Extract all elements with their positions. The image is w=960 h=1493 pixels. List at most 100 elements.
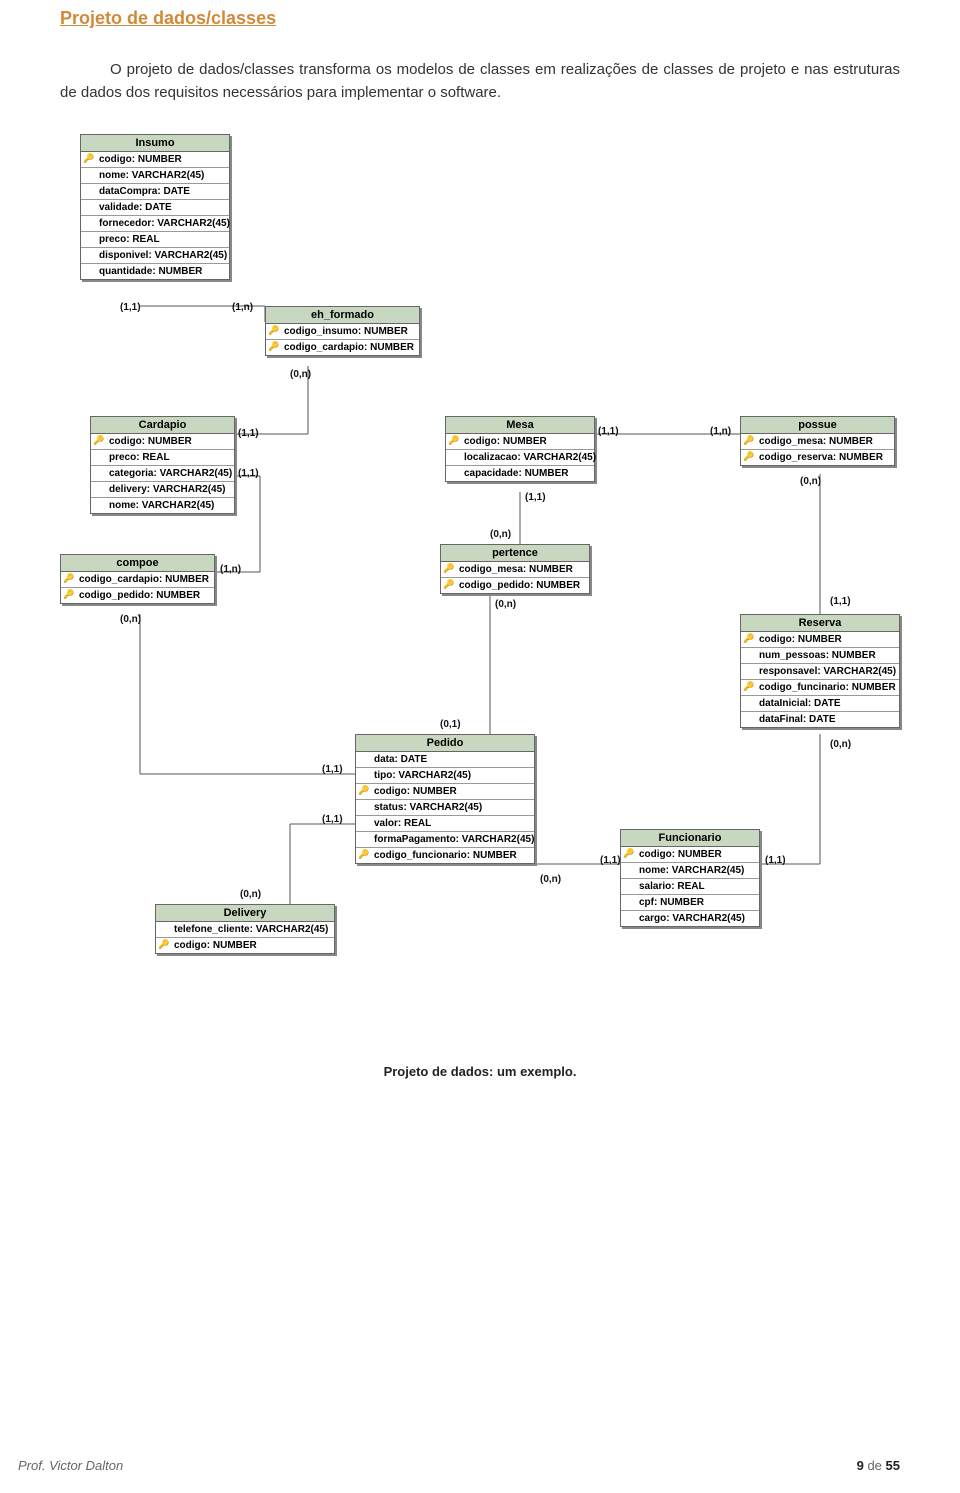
entity-attribute: cargo: VARCHAR2(45) xyxy=(621,911,759,926)
entity-attribute: status: VARCHAR2(45) xyxy=(356,800,534,816)
er-diagram: Insumo codigo: NUMBERnome: VARCHAR2(45)d… xyxy=(60,134,920,1034)
cardinality: (1,1) xyxy=(322,764,343,775)
entity-attribute: codigo: NUMBER xyxy=(91,434,234,450)
entity-header: Cardapio xyxy=(91,417,234,434)
entity-attribute: disponivel: VARCHAR2(45) xyxy=(81,248,229,264)
entity-rows: codigo_mesa: NUMBERcodigo_pedido: NUMBER xyxy=(441,562,589,593)
body-paragraph: O projeto de dados/classes transforma os… xyxy=(60,59,900,134)
entity-rows: data: DATEtipo: VARCHAR2(45)codigo: NUMB… xyxy=(356,752,534,863)
entity-attribute: codigo: NUMBER xyxy=(621,847,759,863)
page-footer: Prof. Victor Dalton 9 de 55 xyxy=(18,1458,900,1473)
entity-header: Insumo xyxy=(81,135,229,152)
footer-page: 9 de 55 xyxy=(857,1458,900,1473)
figure-caption: Projeto de dados: um exemplo. xyxy=(60,1064,900,1079)
entity-eh-formado: eh_formado codigo_insumo: NUMBERcodigo_c… xyxy=(265,306,420,356)
entity-delivery: Delivery telefone_cliente: VARCHAR2(45)c… xyxy=(155,904,335,954)
page-sep: de xyxy=(867,1458,881,1473)
entity-attribute: fornecedor: VARCHAR2(45) xyxy=(81,216,229,232)
entity-header: Delivery xyxy=(156,905,334,922)
entity-attribute: preco: REAL xyxy=(91,450,234,466)
entity-attribute: data: DATE xyxy=(356,752,534,768)
entity-attribute: formaPagamento: VARCHAR2(45) xyxy=(356,832,534,848)
cardinality: (1,1) xyxy=(322,814,343,825)
cardinality: (1,1) xyxy=(238,468,259,479)
entity-attribute: quantidade: NUMBER xyxy=(81,264,229,279)
entity-header: eh_formado xyxy=(266,307,419,324)
entity-attribute: num_pessoas: NUMBER xyxy=(741,648,899,664)
entity-pertence: pertence codigo_mesa: NUMBERcodigo_pedid… xyxy=(440,544,590,594)
cardinality: (0,n) xyxy=(800,476,821,487)
page-current: 9 xyxy=(857,1458,864,1473)
entity-header: Reserva xyxy=(741,615,899,632)
cardinality: (1,1) xyxy=(598,426,619,437)
entity-attribute: codigo_insumo: NUMBER xyxy=(266,324,419,340)
cardinality: (0,n) xyxy=(540,874,561,885)
entity-funcionario: Funcionario codigo: NUMBERnome: VARCHAR2… xyxy=(620,829,760,927)
entity-attribute: telefone_cliente: VARCHAR2(45) xyxy=(156,922,334,938)
entity-attribute: codigo_reserva: NUMBER xyxy=(741,450,894,465)
entity-attribute: codigo_pedido: NUMBER xyxy=(61,588,214,603)
entity-attribute: codigo: NUMBER xyxy=(156,938,334,953)
entity-attribute: codigo_mesa: NUMBER xyxy=(741,434,894,450)
cardinality: (1,n) xyxy=(232,302,253,313)
entity-attribute: codigo_pedido: NUMBER xyxy=(441,578,589,593)
entity-attribute: delivery: VARCHAR2(45) xyxy=(91,482,234,498)
cardinality: (1,n) xyxy=(220,564,241,575)
cardinality: (1,1) xyxy=(830,596,851,607)
entity-attribute: codigo_funcinario: NUMBER xyxy=(741,680,899,696)
entity-attribute: codigo: NUMBER xyxy=(741,632,899,648)
entity-attribute: cpf: NUMBER xyxy=(621,895,759,911)
entity-attribute: preco: REAL xyxy=(81,232,229,248)
entity-attribute: dataInicial: DATE xyxy=(741,696,899,712)
entity-attribute: dataCompra: DATE xyxy=(81,184,229,200)
entity-header: Funcionario xyxy=(621,830,759,847)
entity-attribute: salario: REAL xyxy=(621,879,759,895)
entity-attribute: codigo_funcionario: NUMBER xyxy=(356,848,534,863)
entity-header: pertence xyxy=(441,545,589,562)
entity-attribute: codigo: NUMBER xyxy=(81,152,229,168)
cardinality: (0,n) xyxy=(290,369,311,380)
entity-reserva: Reserva codigo: NUMBERnum_pessoas: NUMBE… xyxy=(740,614,900,728)
entity-attribute: codigo: NUMBER xyxy=(356,784,534,800)
entity-attribute: validade: DATE xyxy=(81,200,229,216)
entity-attribute: categoria: VARCHAR2(45) xyxy=(91,466,234,482)
entity-attribute: codigo_cardapio: NUMBER xyxy=(61,572,214,588)
entity-rows: codigo: NUMBERnome: VARCHAR2(45)salario:… xyxy=(621,847,759,926)
entity-attribute: dataFinal: DATE xyxy=(741,712,899,727)
entity-attribute: codigo_cardapio: NUMBER xyxy=(266,340,419,355)
cardinality: (1,1) xyxy=(765,855,786,866)
entity-attribute: localizacao: VARCHAR2(45) xyxy=(446,450,594,466)
entity-attribute: responsavel: VARCHAR2(45) xyxy=(741,664,899,680)
entity-attribute: codigo: NUMBER xyxy=(446,434,594,450)
entity-possue: possue codigo_mesa: NUMBERcodigo_reserva… xyxy=(740,416,895,466)
entity-header: Mesa xyxy=(446,417,594,434)
cardinality: (1,n) xyxy=(710,426,731,437)
entity-rows: codigo: NUMBERnum_pessoas: NUMBERrespons… xyxy=(741,632,899,727)
cardinality: (1,1) xyxy=(525,492,546,503)
cardinality: (1,1) xyxy=(238,428,259,439)
entity-cardapio: Cardapio codigo: NUMBERpreco: REALcatego… xyxy=(90,416,235,514)
footer-author: Prof. Victor Dalton xyxy=(18,1458,123,1473)
entity-header: Pedido xyxy=(356,735,534,752)
entity-pedido: Pedido data: DATEtipo: VARCHAR2(45)codig… xyxy=(355,734,535,864)
entity-insumo: Insumo codigo: NUMBERnome: VARCHAR2(45)d… xyxy=(80,134,230,280)
cardinality: (0,n) xyxy=(490,529,511,540)
entity-rows: codigo_mesa: NUMBERcodigo_reserva: NUMBE… xyxy=(741,434,894,465)
cardinality: (0,n) xyxy=(120,614,141,625)
entity-attribute: nome: VARCHAR2(45) xyxy=(91,498,234,513)
entity-header: possue xyxy=(741,417,894,434)
entity-compoe: compoe codigo_cardapio: NUMBERcodigo_ped… xyxy=(60,554,215,604)
entity-attribute: nome: VARCHAR2(45) xyxy=(81,168,229,184)
entity-mesa: Mesa codigo: NUMBERlocalizacao: VARCHAR2… xyxy=(445,416,595,482)
entity-rows: codigo_insumo: NUMBERcodigo_cardapio: NU… xyxy=(266,324,419,355)
cardinality: (1,1) xyxy=(120,302,141,313)
cardinality: (1,1) xyxy=(600,855,621,866)
entity-rows: codigo_cardapio: NUMBERcodigo_pedido: NU… xyxy=(61,572,214,603)
cardinality: (0,n) xyxy=(830,739,851,750)
entity-attribute: capacidade: NUMBER xyxy=(446,466,594,481)
entity-attribute: valor: REAL xyxy=(356,816,534,832)
section-title: Projeto de dados/classes xyxy=(60,0,900,59)
entity-rows: codigo: NUMBERpreco: REALcategoria: VARC… xyxy=(91,434,234,513)
entity-attribute: codigo_mesa: NUMBER xyxy=(441,562,589,578)
cardinality: (0,n) xyxy=(495,599,516,610)
